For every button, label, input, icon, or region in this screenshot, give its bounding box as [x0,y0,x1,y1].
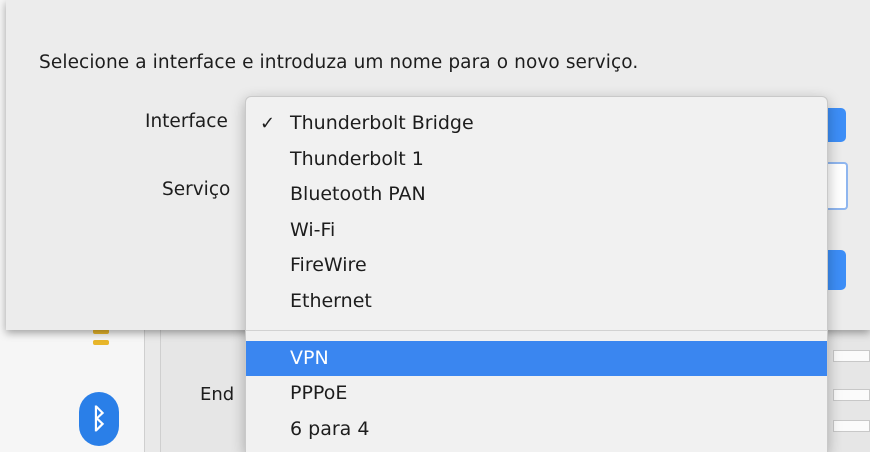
menu-item-bluetooth-pan[interactable]: Bluetooth PAN [246,177,827,213]
menu-item-pppoe[interactable]: PPPoE [246,376,827,412]
address-label: End [200,384,235,405]
interface-dropdown-menu: ✓ Thunderbolt Bridge Thunderbolt 1 Bluet… [245,96,828,452]
interface-popup-button[interactable] [828,108,846,142]
menu-item-label: PPPoE [290,382,348,404]
sheet-prompt: Selecione a interface e introduza um nom… [39,52,639,73]
menu-item-thunderbolt-bridge[interactable]: ✓ Thunderbolt Bridge [246,106,827,142]
detail-field[interactable] [833,420,870,432]
menu-item-label: VPN [290,347,329,369]
menu-separator [246,330,827,331]
menu-item-firewire[interactable]: FireWire [246,248,827,284]
service-name-field[interactable] [828,162,848,210]
menu-item-label: Ethernet [290,289,372,312]
menu-item-label: Thunderbolt 1 [290,147,424,170]
menu-item-thunderbolt-1[interactable]: Thunderbolt 1 [246,142,827,178]
menu-item-ethernet[interactable]: Ethernet [246,284,827,320]
create-button[interactable] [828,250,846,290]
menu-item-label: Bluetooth PAN [290,183,426,205]
menu-item-vpn[interactable]: VPN [246,341,827,376]
interface-label: Interface [145,111,228,132]
menu-item-wifi[interactable]: Wi-Fi [246,213,827,249]
bluetooth-icon[interactable]: ᛒ [79,392,119,446]
checkmark-icon: ✓ [260,113,276,134]
service-name-label: Serviço [162,179,231,200]
detail-field[interactable] [833,389,870,401]
menu-item-label: FireWire [290,254,367,276]
menu-item-label: Wi-Fi [290,218,336,241]
detail-field[interactable] [833,350,870,362]
menu-item-label: Thunderbolt Bridge [290,112,474,134]
menu-item-6to4[interactable]: 6 para 4 [246,412,827,448]
menu-item-label: 6 para 4 [290,417,370,440]
